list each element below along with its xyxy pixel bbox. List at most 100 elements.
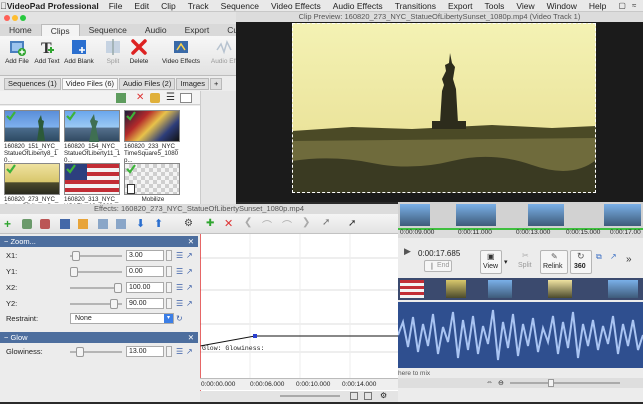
curve-in-icon[interactable]: ⌒: [262, 217, 272, 232]
grid-view-icon[interactable]: [364, 392, 372, 400]
keyframe-graph-icon[interactable]: ↗: [186, 266, 194, 277]
glowiness-slider[interactable]: [70, 347, 122, 357]
add-text-button[interactable]: T Add Text: [32, 38, 62, 65]
add-bin-tab[interactable]: +: [209, 78, 223, 90]
zoom-fit-icon[interactable]: [350, 392, 358, 400]
edit-effect-icon[interactable]: [78, 219, 88, 229]
keyframe-list-icon[interactable]: ☰: [176, 266, 184, 277]
rotate-360-button[interactable]: ↻ 360: [570, 250, 592, 274]
remove-effect-icon[interactable]: [40, 219, 50, 229]
save-effect-icon[interactable]: [60, 219, 70, 229]
clip-item[interactable]: 160820_233_NYC_TimeSquare5_1080p...: [124, 110, 182, 164]
audio-effects-button[interactable]: Audio Eff: [210, 38, 238, 65]
graph-zoom-slider[interactable]: [280, 395, 340, 397]
tab-clips[interactable]: Clips: [40, 24, 80, 36]
close-section-icon[interactable]: ✕: [188, 332, 194, 343]
x1-slider[interactable]: [70, 251, 122, 261]
glowiness-stepper[interactable]: [166, 346, 172, 357]
track-clip-thumb[interactable]: [400, 280, 424, 298]
y2-stepper[interactable]: [166, 298, 172, 309]
menu-sequence[interactable]: Sequence: [221, 1, 259, 11]
copy-effect-icon[interactable]: [98, 219, 108, 229]
slider-knob[interactable]: [70, 267, 78, 277]
preview-video[interactable]: [292, 23, 596, 193]
prev-keyframe-icon[interactable]: ❮: [244, 217, 252, 228]
zoom-out-icon[interactable]: ⊖: [498, 379, 504, 387]
menu-view[interactable]: View: [516, 1, 534, 11]
glowiness-input[interactable]: 13.00: [126, 346, 164, 357]
x2-input[interactable]: 100.00: [126, 282, 164, 293]
play-button[interactable]: ▶: [404, 246, 411, 257]
seq-thumb[interactable]: [400, 204, 430, 226]
delete-keyframe-icon[interactable]: ✕: [224, 217, 233, 230]
add-keyframe-icon[interactable]: ✚: [206, 218, 214, 229]
menu-file[interactable]: File: [109, 1, 123, 11]
add-file-button[interactable]: Add File: [2, 38, 32, 65]
resize-icon[interactable]: ↗: [610, 252, 617, 261]
paste-effect-icon[interactable]: [116, 219, 126, 229]
x2-slider[interactable]: [70, 283, 122, 293]
keyframe-graph-icon[interactable]: ↗: [186, 298, 194, 309]
keyframe-graph-icon[interactable]: ↗: [186, 250, 194, 261]
y2-input[interactable]: 90.00: [126, 298, 164, 309]
keyframe-graph-icon[interactable]: ↗: [186, 346, 194, 357]
settings-icon[interactable]: ⚙: [380, 391, 387, 400]
tab-sequences[interactable]: Sequences (1): [4, 78, 61, 90]
remove-media-icon[interactable]: ✕: [136, 92, 144, 103]
linear-curve-icon[interactable]: ➚: [322, 217, 330, 228]
keyframe-tool-icon[interactable]: ⚙: [184, 218, 193, 229]
y2-slider[interactable]: [70, 299, 122, 309]
screen-icon[interactable]: ▢: [618, 1, 626, 10]
seq-thumb[interactable]: [604, 204, 641, 226]
graph-tool-icon[interactable]: ➚: [348, 218, 356, 229]
slider-knob[interactable]: [72, 251, 80, 261]
tab-sequence[interactable]: Sequence: [80, 24, 136, 36]
more-chevron-icon[interactable]: »: [626, 254, 632, 265]
tab-audio[interactable]: Audio: [136, 24, 176, 36]
timeline-ruler[interactable]: 0:00:09.000 0:00:11.000 0:00:13.000 0:00…: [398, 228, 643, 238]
clip-item[interactable]: Mobilize: [124, 163, 182, 203]
menu-tools[interactable]: Tools: [485, 1, 505, 11]
menu-track[interactable]: Track: [188, 1, 209, 11]
keyframe-graph[interactable]: Glow: Glowiness: 0:00:00.000 0:00:06.000…: [199, 234, 398, 402]
track-clip-thumb[interactable]: [608, 280, 638, 298]
apple-menu-icon[interactable]: : [0, 1, 7, 11]
track-clip-thumb[interactable]: [548, 280, 572, 298]
tab-audio-files[interactable]: Audio Files (2): [119, 78, 176, 90]
crop-frame[interactable]: [292, 23, 596, 193]
menu-export[interactable]: Export: [448, 1, 473, 11]
keyframe-list-icon[interactable]: ☰: [176, 250, 184, 261]
clip-item[interactable]: 160820_151_NYC_StatueOfLiberty8_10...: [4, 110, 62, 164]
zoom-window-icon[interactable]: [20, 15, 26, 21]
track-clip-thumb[interactable]: [446, 280, 466, 298]
audio-track[interactable]: [397, 302, 643, 368]
tab-video-files[interactable]: Video Files (6): [61, 78, 118, 90]
menu-window[interactable]: Window: [547, 1, 577, 11]
timeline-zoom-slider[interactable]: [510, 382, 620, 384]
view-dropdown-icon[interactable]: ▾: [504, 258, 508, 266]
keyframe-list-icon[interactable]: ☰: [176, 346, 184, 357]
y1-slider[interactable]: [70, 267, 122, 277]
close-section-icon[interactable]: ✕: [188, 236, 194, 247]
folder-icon[interactable]: [150, 93, 160, 103]
keyframe-list-icon[interactable]: ☰: [176, 282, 184, 293]
menu-video-effects[interactable]: Video Effects: [271, 1, 321, 11]
wifi-icon[interactable]: ≈: [632, 1, 636, 10]
tab-home[interactable]: Home: [0, 24, 41, 36]
menu-clip[interactable]: Clip: [161, 1, 176, 11]
list-view-icon[interactable]: ☰: [166, 92, 175, 103]
x1-input[interactable]: 3.00: [126, 250, 164, 261]
delete-button[interactable]: Delete: [124, 38, 154, 65]
crop-icon[interactable]: ⧉: [596, 252, 602, 262]
relink-button[interactable]: ✎ Relink: [540, 250, 568, 274]
effect-preset-icon[interactable]: [22, 219, 32, 229]
video-effects-button[interactable]: Video Effects: [160, 38, 202, 65]
add-blank-button[interactable]: Add Blank: [64, 38, 94, 65]
close-window-icon[interactable]: [4, 15, 10, 21]
slider-knob[interactable]: [548, 379, 554, 387]
expand-icon[interactable]: [180, 93, 192, 103]
slider-knob[interactable]: [114, 283, 122, 293]
menu-transitions[interactable]: Transitions: [395, 1, 436, 11]
tab-images[interactable]: Images: [176, 78, 209, 90]
track-clip-thumb[interactable]: [488, 280, 512, 298]
